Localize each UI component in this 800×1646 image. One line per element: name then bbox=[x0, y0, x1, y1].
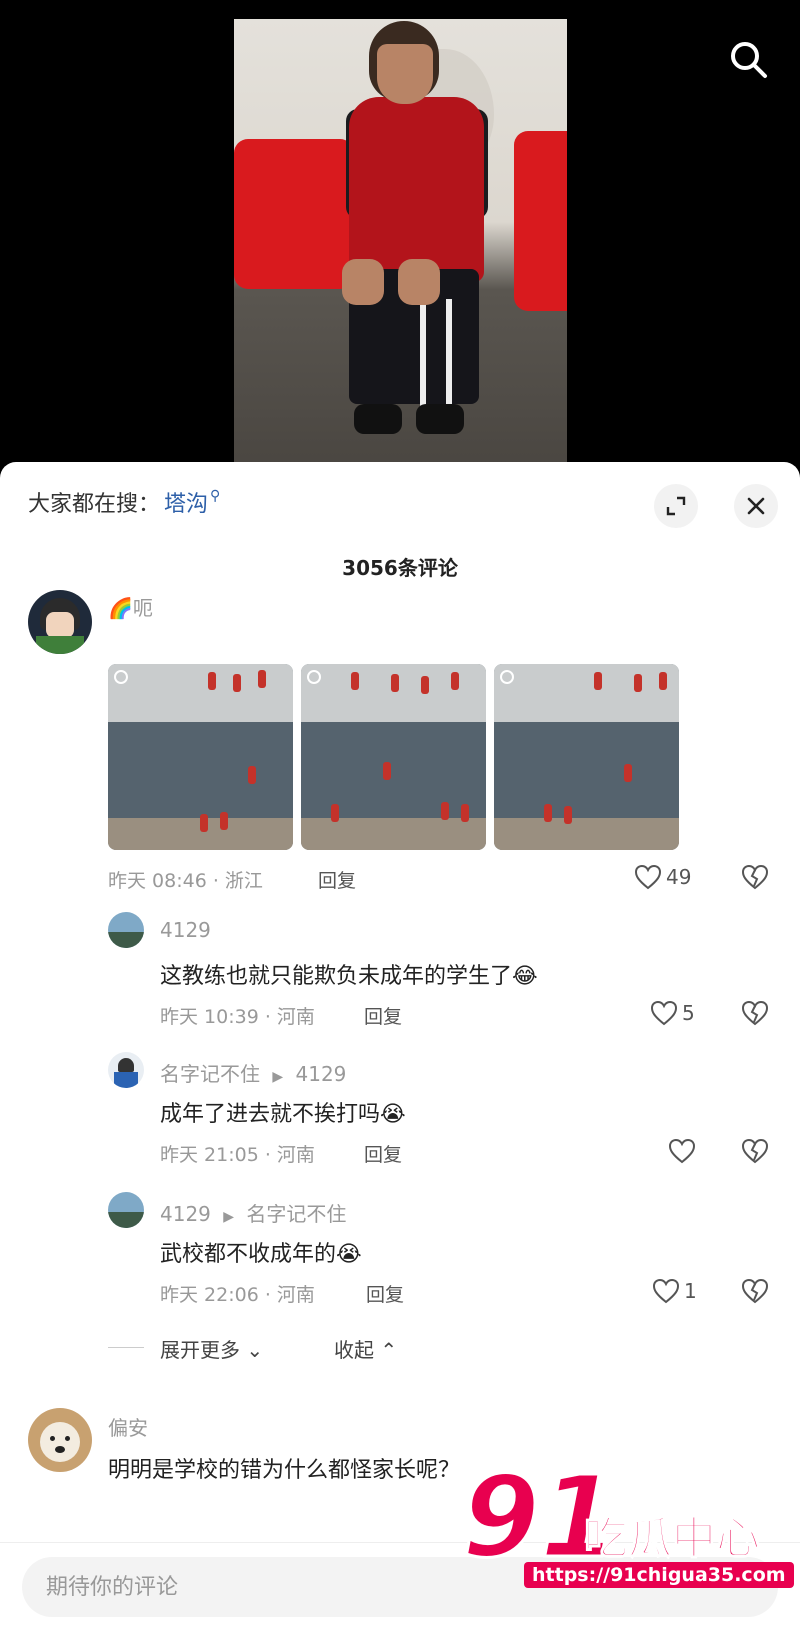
comment-image[interactable] bbox=[494, 664, 679, 850]
avatar[interactable] bbox=[108, 1052, 144, 1088]
comment-username[interactable]: 🌈呃 bbox=[108, 592, 153, 621]
search-button[interactable] bbox=[727, 38, 771, 82]
watermark-url: https://91chigua35.com bbox=[524, 1562, 794, 1588]
trending-prefix: 大家都在搜： bbox=[28, 492, 161, 517]
reply-button[interactable]: 回复 bbox=[364, 1002, 402, 1029]
avatar[interactable] bbox=[28, 1408, 92, 1472]
like-button[interactable] bbox=[668, 1138, 700, 1164]
red-chair-left bbox=[234, 139, 354, 289]
expand-more-button[interactable]: 展开更多 ⌄ bbox=[160, 1334, 263, 1363]
person-shirt bbox=[349, 97, 484, 282]
reply-button[interactable]: 回复 bbox=[364, 1140, 402, 1167]
expand-divider bbox=[108, 1347, 144, 1348]
reply-arrow-icon: ▶ bbox=[223, 1209, 235, 1225]
comment-text: 明明是学校的错为什么都怪家长呢？ bbox=[108, 1458, 461, 1483]
expand-button[interactable] bbox=[654, 484, 698, 528]
dislike-button[interactable] bbox=[741, 1000, 769, 1030]
search-small-icon: ⚲ bbox=[210, 488, 221, 504]
dislike-button[interactable] bbox=[741, 1278, 769, 1308]
heart-icon bbox=[668, 1138, 696, 1164]
close-icon bbox=[747, 497, 765, 515]
dislike-button[interactable] bbox=[741, 1138, 769, 1168]
reply-text: 成年了进去就不挨打吗😭 bbox=[160, 1102, 406, 1127]
reply-username[interactable]: 名字记不住 ▶ 4129 bbox=[160, 1058, 346, 1087]
heart-icon bbox=[652, 1278, 680, 1304]
like-count: 1 bbox=[684, 1279, 697, 1303]
avatar[interactable] bbox=[108, 1192, 144, 1228]
search-icon bbox=[731, 42, 767, 78]
broken-heart-icon bbox=[741, 1138, 769, 1164]
watermark-name: 吃瓜中心 bbox=[583, 1512, 761, 1565]
trending-search[interactable]: 大家都在搜： 塔沟 ⚲ bbox=[28, 486, 220, 518]
like-button[interactable]: 1 bbox=[652, 1278, 697, 1304]
reply-button[interactable]: 回复 bbox=[318, 866, 356, 893]
reply-text: 这教练也就只能欺负未成年的学生了😂 bbox=[160, 964, 538, 989]
like-button[interactable]: 5 bbox=[650, 1000, 695, 1026]
person-slipper bbox=[354, 404, 402, 434]
comment-count: 3056条评论 bbox=[342, 556, 458, 580]
comment-meta: 昨天 08:46 · 浙江 bbox=[108, 870, 263, 892]
collapse-button[interactable]: 收起 ⌃ bbox=[334, 1334, 397, 1363]
person-slipper bbox=[416, 404, 464, 434]
like-count: 49 bbox=[666, 865, 692, 889]
like-count: 5 bbox=[682, 1001, 695, 1025]
red-chair-right bbox=[514, 131, 567, 311]
like-button[interactable]: 49 bbox=[634, 864, 691, 890]
reply-arrow-icon: ▶ bbox=[272, 1069, 284, 1085]
person-hand bbox=[398, 259, 440, 305]
comment-image[interactable] bbox=[301, 664, 486, 850]
expand-more-label: 展开更多 bbox=[160, 1338, 240, 1362]
broken-heart-icon bbox=[741, 1278, 769, 1304]
avatar[interactable] bbox=[28, 590, 92, 654]
comment-username[interactable]: 偏安 bbox=[108, 1412, 148, 1441]
expand-icon bbox=[666, 496, 686, 516]
reply-username[interactable]: 4129 ▶ 名字记不住 bbox=[160, 1198, 346, 1227]
chevron-up-icon: ⌃ bbox=[380, 1338, 398, 1362]
heart-icon bbox=[634, 864, 662, 890]
trending-term[interactable]: 塔沟 bbox=[164, 486, 208, 518]
person-face bbox=[377, 44, 433, 104]
dislike-button[interactable] bbox=[741, 864, 769, 894]
reply-author: 4129 bbox=[160, 1202, 211, 1226]
chevron-down-icon: ⌄ bbox=[246, 1338, 264, 1362]
reply-author: 名字记不住 bbox=[160, 1062, 260, 1086]
reply-button[interactable]: 回复 bbox=[366, 1280, 404, 1307]
pants-stripe bbox=[420, 299, 426, 409]
reply-target: 名字记不住 bbox=[246, 1202, 347, 1226]
video-frame bbox=[234, 19, 567, 470]
watermark-logo: 91 吃瓜中心 https://91chigua35.com bbox=[461, 1461, 794, 1592]
comment-image[interactable] bbox=[108, 664, 293, 850]
reply-meta: 昨天 22:06 · 河南 bbox=[160, 1284, 315, 1306]
broken-heart-icon bbox=[741, 864, 769, 890]
reply-text: 武校都不收成年的😭 bbox=[160, 1242, 362, 1267]
broken-heart-icon bbox=[741, 1000, 769, 1026]
reply-username[interactable]: 4129 bbox=[160, 918, 211, 942]
collapse-label: 收起 bbox=[334, 1338, 374, 1362]
heart-icon bbox=[650, 1000, 678, 1026]
video-player[interactable] bbox=[0, 0, 800, 470]
close-button[interactable] bbox=[734, 484, 778, 528]
person-hand bbox=[342, 259, 384, 305]
avatar[interactable] bbox=[108, 912, 144, 948]
reply-meta: 昨天 10:39 · 河南 bbox=[160, 1006, 315, 1028]
pants-stripe bbox=[446, 299, 452, 409]
reply-target: 4129 bbox=[295, 1062, 347, 1086]
reply-meta: 昨天 21:05 · 河南 bbox=[160, 1144, 315, 1166]
